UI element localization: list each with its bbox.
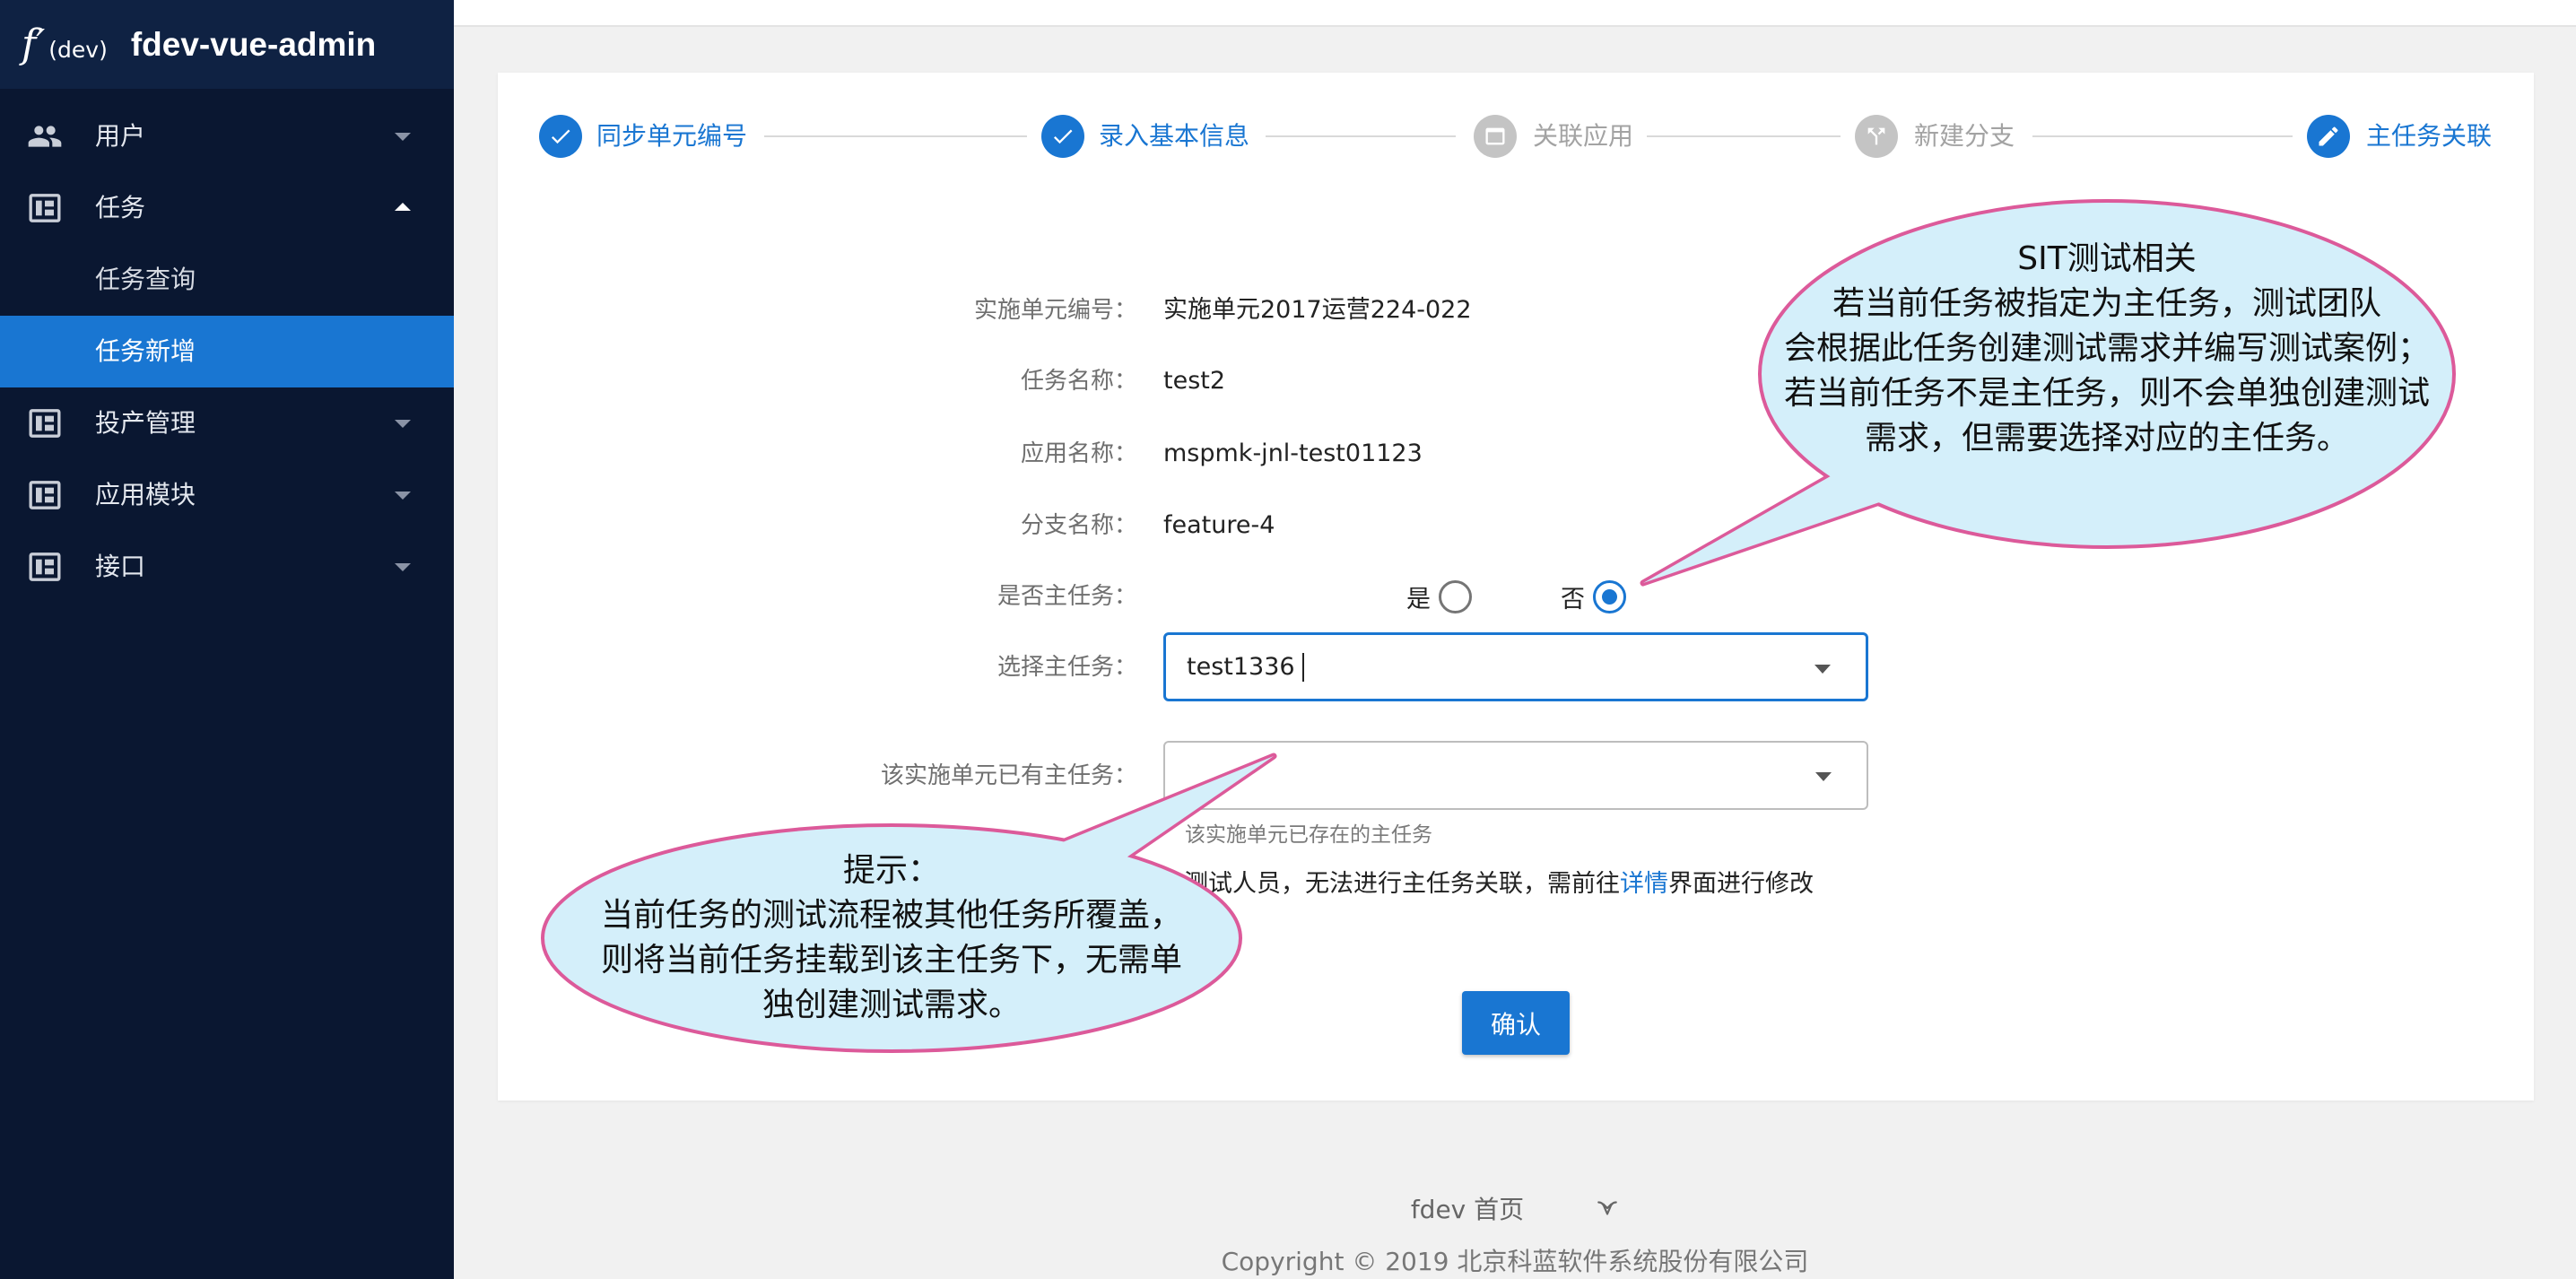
notice-text-after: 界面进行修改 (1668, 870, 1814, 898)
footer-links: fdev 首页 (454, 1192, 2576, 1224)
text-caret (1301, 652, 1304, 682)
radio-yes[interactable]: 是 (1406, 579, 1472, 614)
radio-no[interactable]: 否 (1561, 579, 1626, 614)
dashboard-icon (27, 477, 63, 513)
app-title: fdev-vue-admin (130, 25, 377, 63)
chevron-down-icon (395, 563, 411, 571)
check-icon (1041, 115, 1084, 158)
step-label: 主任务关联 (2366, 121, 2493, 151)
people-icon (27, 118, 63, 154)
sidebar-item-tasks[interactable]: 任务 (0, 172, 454, 244)
branch-icon (1855, 115, 1898, 158)
step-label: 新建分支 (1914, 121, 2015, 151)
select-main-task-input[interactable]: test1336 (1163, 632, 1868, 701)
callout-line: 若当前任务不是主任务，则不会单独创建测试 (1783, 375, 2430, 412)
sidebar-item-app-modules[interactable]: 应用模块 (0, 459, 454, 531)
step-label: 关联应用 (1533, 121, 1634, 151)
dashboard-icon (27, 190, 63, 226)
notice-text-before: 测试人员，无法进行主任务关联，需前往 (1184, 870, 1620, 898)
radio-label: 是 (1406, 585, 1431, 613)
top-bar (454, 0, 2576, 27)
sidebar-item-interfaces[interactable]: 接口 (0, 531, 454, 603)
chevron-up-icon (395, 203, 411, 211)
select-main-task-label: 选择主任务： (996, 654, 1137, 681)
sidebar-item-label: 任务 (95, 193, 146, 222)
sidebar-subitem-task-query[interactable]: 任务查询 (0, 244, 454, 316)
check-icon (539, 115, 582, 158)
branch-name-value: feature-4 (1163, 511, 1275, 539)
callout-line: 则将当前任务挂载到该主任务下，无需单 (600, 942, 1182, 979)
app-name-label: 应用名称： (1020, 440, 1137, 467)
details-link[interactable]: 详情 (1620, 870, 1668, 898)
callout-line: 提示： (842, 852, 940, 889)
chevron-down-icon (395, 133, 411, 141)
unit-no-label: 实施单元编号： (973, 297, 1137, 324)
radio-dot (1448, 589, 1463, 605)
radio-circle (1439, 579, 1472, 613)
dropdown-arrow-icon[interactable] (1815, 665, 1831, 674)
unit-no-value: 实施单元2017运营224-022 (1163, 296, 1472, 324)
app-logo: f′ (dev) (22, 22, 108, 67)
sidebar-item-label: 应用模块 (95, 480, 196, 509)
web-asset-icon (1474, 115, 1517, 158)
footer-logo-icon[interactable] (1596, 1196, 1619, 1220)
footer-copyright: Copyright © 2019 北京科蓝软件系统股份有限公司 (1221, 1247, 1809, 1276)
select-main-task-value: test1336 (1187, 653, 1295, 681)
dashboard-icon (27, 405, 63, 441)
radio-dot (1602, 588, 1617, 605)
callout-line: 需求，但需要选择对应的主任务。 (1864, 420, 2349, 457)
callout-line: 会根据此任务创建测试需求并编写测试案例； (1783, 330, 2430, 367)
step-connector (764, 135, 1027, 137)
step-connector (1647, 135, 1841, 137)
sidebar-item-release[interactable]: 投产管理 (0, 387, 454, 459)
edit-icon (2307, 115, 2350, 158)
sidebar-subitem-task-new[interactable]: 任务新增 (0, 316, 454, 387)
radio-label: 否 (1561, 585, 1585, 613)
sidebar-subitem-label: 任务查询 (95, 265, 196, 294)
logo-sub: (dev) (48, 37, 108, 63)
chevron-down-icon (395, 492, 411, 500)
logo-mark: f′ (22, 22, 46, 67)
notice-text: 测试人员，无法进行主任务关联，需前往详情界面进行修改 (1184, 866, 1814, 902)
callout-line: 若当前任务被指定为主任务，测试团队 (1832, 285, 2381, 322)
callout-line: SIT测试相关 (2017, 240, 2197, 277)
branch-name-label: 分支名称： (1020, 512, 1137, 539)
sidebar: f′(dev) fdev-vue-admin 用户 任务 任务查询 任务新增 (0, 0, 454, 1279)
sit-callout-text: SIT测试相关 若当前任务被指定为主任务，测试团队 会根据此任务创建测试需求并编… (1748, 237, 2466, 461)
sidebar-item-label: 用户 (95, 121, 146, 151)
brand-header[interactable]: f′ (dev) fdev-vue-admin (0, 0, 454, 89)
dropdown-arrow-icon[interactable] (1815, 772, 1832, 781)
callout-line: 独创建测试需求。 (761, 987, 1021, 1023)
step-label: 录入基本信息 (1099, 121, 1250, 151)
is-main-task-label: 是否主任务： (996, 583, 1137, 610)
confirm-button[interactable]: 确认 (1462, 991, 1570, 1055)
callout-line: 当前任务的测试流程被其他任务所覆盖， (600, 897, 1182, 934)
step-label: 同步单元编号 (596, 121, 748, 151)
sidebar-subitem-label: 任务新增 (95, 336, 196, 366)
sidebar-menu: 用户 任务 任务查询 任务新增 投产管理 应用模块 接口 (0, 100, 454, 603)
footer-home-link[interactable]: fdev 首页 (1411, 1190, 1524, 1226)
chevron-down-icon (395, 420, 411, 428)
dashboard-icon (27, 549, 63, 585)
existing-main-task-hint: 该实施单元已存在的主任务 (1185, 823, 1432, 847)
tip-callout-text: 提示： 当前任务的测试流程被其他任务所覆盖， 则将当前任务挂载到该主任务下，无需… (551, 848, 1232, 1028)
step-connector (1266, 135, 1456, 137)
existing-main-task-label: 该实施单元已有主任务： (880, 762, 1137, 789)
sidebar-item-users[interactable]: 用户 (0, 100, 454, 172)
task-name-value: test2 (1163, 367, 1226, 395)
app-name-value: mspmk-jnl-test01123 (1163, 439, 1423, 467)
existing-main-task-select[interactable] (1163, 741, 1868, 810)
radio-circle (1593, 579, 1626, 613)
step-connector (2032, 135, 2293, 137)
sidebar-item-label: 投产管理 (95, 408, 196, 438)
main-area: 同步单元编号 录入基本信息 关联应用 新建分支 主任务关联 实施单元编号： 实施… (454, 0, 2576, 1279)
sidebar-item-label: 接口 (95, 552, 146, 581)
task-name-label: 任务名称： (1020, 368, 1137, 395)
